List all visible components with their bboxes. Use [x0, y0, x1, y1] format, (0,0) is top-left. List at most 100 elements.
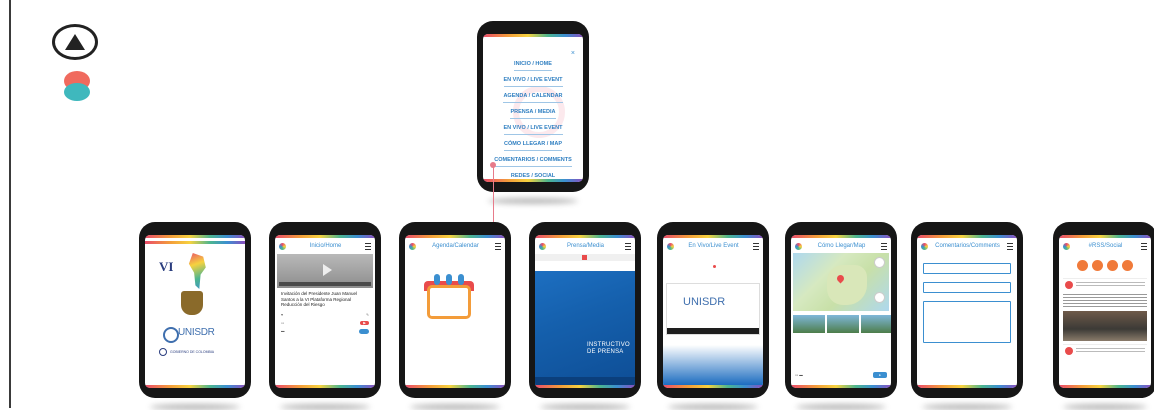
unisdr-logo-text: UNISDR	[683, 296, 726, 308]
press-footer-strip	[535, 377, 635, 385]
prensa-screen: Prensa/Media INSTRUCTIVO DE PRENSA	[535, 235, 635, 388]
calendar-ring-icon	[446, 274, 452, 285]
twitter-icon[interactable]	[1092, 260, 1103, 271]
comment-icon[interactable]: ✎	[366, 313, 369, 317]
directions-info: ▭ ▬	[795, 373, 803, 377]
calendar-icon[interactable]	[427, 285, 471, 319]
directions-button[interactable]: ▸	[873, 372, 887, 378]
color-stripe-mid	[145, 241, 245, 244]
hamburger-menu-icon[interactable]	[365, 242, 371, 250]
color-stripe-top	[483, 34, 583, 37]
screen-title: Cómo Llegar/Map	[817, 243, 866, 249]
app-logo-icon[interactable]	[279, 242, 286, 250]
left-divider-line	[9, 0, 11, 408]
hamburger-menu-icon[interactable]	[1007, 242, 1013, 250]
facebook-icon[interactable]	[1077, 260, 1088, 271]
hamburger-menu-icon[interactable]	[625, 242, 631, 250]
avatar	[1065, 347, 1073, 355]
video-controls[interactable]	[279, 282, 371, 286]
social-post[interactable]	[1063, 344, 1147, 357]
hamburger-menu-icon[interactable]	[880, 242, 887, 250]
app-header: Prensa/Media	[535, 238, 635, 254]
video-player[interactable]	[277, 254, 373, 288]
phone-notch	[427, 225, 483, 234]
article-title[interactable]: Invitación del Presidente Juan Manuel Sa…	[275, 288, 375, 311]
hamburger-menu-icon[interactable]	[1141, 242, 1147, 250]
subscribe-button[interactable]: ▶	[360, 320, 369, 325]
play-icon[interactable]	[323, 264, 333, 276]
channel-avatar: ▭	[281, 320, 285, 325]
color-stripe-bottom	[791, 385, 891, 388]
inicio-screen: Inicio/Home Invitación del Presidente Ju…	[275, 235, 375, 388]
app-logo-icon[interactable]	[667, 242, 674, 250]
map-view[interactable]	[793, 253, 889, 311]
color-stripe-top	[145, 235, 245, 238]
video-controls[interactable]	[667, 328, 759, 334]
app-logo-icon[interactable]	[921, 242, 928, 250]
calendar-ring-icon	[434, 274, 440, 285]
app-header: Agenda/Calendar	[405, 238, 505, 254]
youtube-icon[interactable]	[1107, 260, 1118, 271]
email-field[interactable]	[923, 282, 1011, 293]
redes-phone-mockup: #RSS/Social	[1053, 222, 1154, 398]
social-icons	[1059, 254, 1151, 275]
channel-row: ▭ ▶	[275, 319, 375, 327]
reactions-row: ♥ ✎	[275, 311, 375, 319]
map-zoom-button[interactable]	[874, 257, 885, 268]
menu-item-calendar[interactable]: AGENDA / CALENDAR	[503, 90, 563, 103]
calendar-ring-icon	[458, 274, 464, 285]
agenda-screen: Agenda/Calendar	[405, 235, 505, 388]
app-logo-icon[interactable]	[795, 242, 802, 250]
app-header: En Vivo/Live Event	[663, 238, 763, 254]
menu-item-live-event-2[interactable]: EN VIVO / LIVE EVENT	[503, 122, 563, 135]
menu-item-home[interactable]: INICIO / HOME	[514, 58, 552, 71]
phone-notch	[557, 225, 613, 234]
screen-title: #RSS/Social	[1088, 243, 1123, 249]
redes-screen: #RSS/Social	[1059, 235, 1151, 388]
app-logo-icon[interactable]	[1063, 242, 1070, 250]
app-logo-icon[interactable]	[539, 242, 546, 250]
menu-item-map[interactable]: CÓMO LLEGAR / MAP	[503, 138, 563, 151]
hamburger-menu-icon[interactable]	[494, 242, 501, 250]
comment-field[interactable]	[923, 301, 1011, 343]
gov-seal-icon	[159, 347, 167, 356]
phone-notch	[167, 225, 223, 234]
phone-notch	[505, 24, 561, 33]
color-stripe-bottom	[145, 385, 245, 388]
map-locate-button[interactable]	[874, 292, 885, 303]
brand-logo-icon	[52, 24, 98, 60]
live-video-player[interactable]: UNISDR	[666, 283, 760, 335]
name-field[interactable]	[923, 263, 1011, 274]
menu-item-live-event[interactable]: EN VIVO / LIVE EVENT	[503, 74, 563, 87]
autoplay-toggle[interactable]	[359, 328, 369, 334]
post-text	[1063, 294, 1147, 308]
press-kit-cover[interactable]: INSTRUCTIVO DE PRENSA	[535, 271, 635, 385]
download-bar[interactable]	[535, 254, 635, 261]
unisdr-logo-text: UNISDR	[178, 327, 215, 338]
agenda-phone-mockup: Agenda/Calendar	[399, 222, 511, 398]
hamburger-menu-icon[interactable]	[752, 242, 759, 250]
post-photo[interactable]	[1063, 311, 1147, 341]
app-logo-icon[interactable]	[409, 242, 416, 250]
mapa-phone-mockup: Cómo Llegar/Map ▭ ▬ ▸	[785, 222, 897, 398]
app-header: Cómo Llegar/Map	[791, 238, 891, 254]
color-stripe-bottom	[1059, 385, 1151, 388]
venue-photo[interactable]	[861, 315, 891, 333]
live-background	[663, 345, 763, 385]
gov-colombia-text: GOBIERNO DE COLOMBIA	[170, 349, 215, 354]
vivo-screen: En Vivo/Live Event UNISDR	[663, 235, 763, 388]
menu-item-media[interactable]: PRENSA / MEDIA	[510, 106, 556, 119]
menu-item-comments[interactable]: COMENTARIOS / COMMENTS	[494, 154, 572, 167]
vivo-phone-mockup: En Vivo/Live Event UNISDR	[657, 222, 769, 398]
venue-photo[interactable]	[827, 315, 859, 333]
like-icon[interactable]: ♥	[281, 313, 283, 317]
instagram-icon[interactable]	[1122, 260, 1133, 271]
inicio-phone-mockup: Inicio/Home Invitación del Presidente Ju…	[269, 222, 381, 398]
phone-notch	[1079, 225, 1131, 234]
social-post[interactable]	[1063, 278, 1147, 291]
autoplay-row: ▬	[275, 327, 375, 336]
autoplay-label: ▬	[281, 328, 285, 333]
close-icon[interactable]: ×	[571, 50, 575, 57]
venue-photo[interactable]	[793, 315, 825, 333]
gov-colombia-logo: GOBIERNO DE COLOMBIA	[159, 347, 229, 356]
